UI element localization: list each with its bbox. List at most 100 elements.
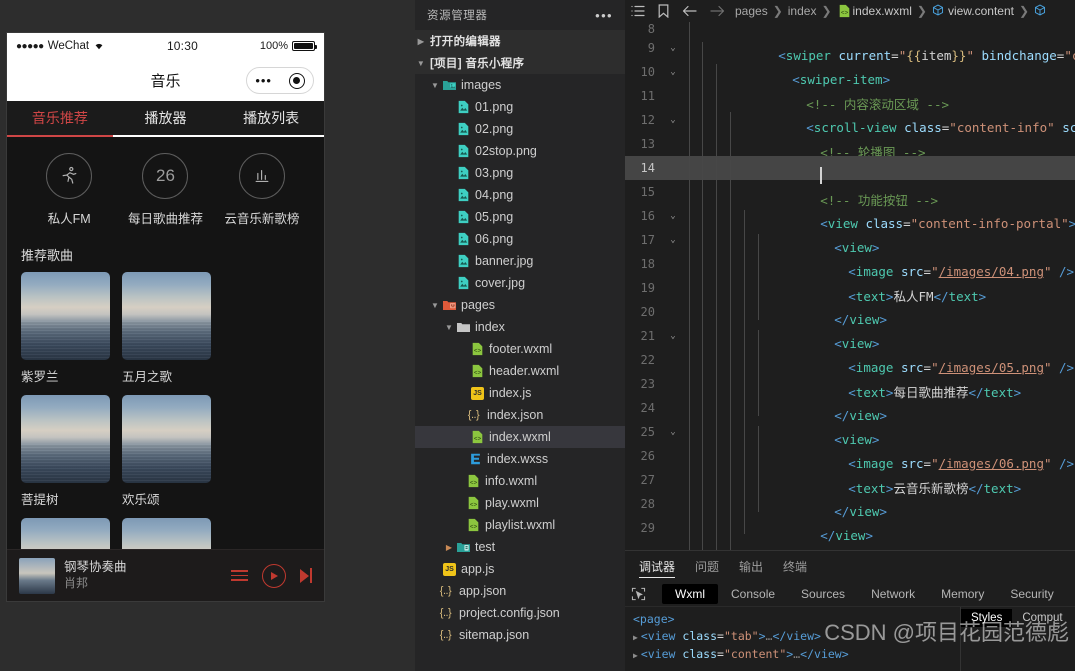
wxml-dom-tree[interactable]: <page> ▶ <view class="tab">…</view> ▶ <vie…: [625, 607, 960, 671]
breadcrumb-index-wxml[interactable]: index.wxml: [853, 4, 912, 18]
tab-music-recommend[interactable]: 音乐推荐: [7, 101, 113, 137]
fold-toggle[interactable]: ⌄: [665, 115, 681, 125]
tree-item-images[interactable]: ▼ images: [415, 74, 625, 96]
song-card[interactable]: 紫罗兰: [21, 272, 110, 385]
devtools-tab-security[interactable]: Security: [997, 584, 1066, 604]
explorer-section-project[interactable]: ▼ [项目] 音乐小程序: [415, 52, 625, 74]
chevron-right-icon[interactable]: ▶: [415, 37, 427, 46]
tree-item-file[interactable]: <> header.wxml: [415, 360, 625, 382]
fold-toggle[interactable]: ⌄: [665, 235, 681, 245]
styles-tab[interactable]: Styles: [961, 609, 1013, 627]
line-number: 9: [647, 41, 655, 55]
portal-item-new-songs-rank[interactable]: 云音乐新歌榜: [214, 153, 310, 227]
tree-item-index-wxml[interactable]: <> index.wxml: [415, 426, 625, 448]
playlist-icon[interactable]: [230, 570, 248, 581]
tree-item-file[interactable]: {..} index.json: [415, 404, 625, 426]
tree-item-file[interactable]: <> info.wxml: [415, 470, 625, 492]
debugger-tab-bar: 调试器 问题 输出 终端: [625, 551, 1075, 581]
debugger-tab-output[interactable]: 输出: [739, 551, 763, 581]
dom-row[interactable]: <page>: [633, 611, 952, 628]
portal-item-private-fm[interactable]: 私人FM: [21, 153, 117, 227]
computed-tab[interactable]: Comput: [1012, 609, 1072, 627]
tree-item-file[interactable]: 05.png: [415, 206, 625, 228]
devtools-tab-memory[interactable]: Memory: [928, 584, 997, 604]
capsule-more-icon[interactable]: •••: [255, 74, 272, 87]
tree-item-file[interactable]: <> play.wxml: [415, 492, 625, 514]
tree-item-file[interactable]: {..} sitemap.json: [415, 624, 625, 646]
song-card[interactable]: 安魂曲: [21, 518, 110, 549]
debugger-tab-problems[interactable]: 问题: [695, 551, 719, 581]
code-line[interactable]: 29 </view>: [625, 498, 1075, 550]
inspect-element-icon[interactable]: [631, 584, 646, 604]
tree-item-file[interactable]: cover.jpg: [415, 272, 625, 294]
line-number: 8: [647, 22, 655, 36]
tree-item-file[interactable]: {..} project.config.json: [415, 602, 625, 624]
chevron-down-icon[interactable]: ▼: [429, 81, 441, 90]
tree-item-file[interactable]: banner.jpg: [415, 250, 625, 272]
wxml-file-icon: <>: [465, 474, 482, 488]
code-area[interactable]: 8 <view class="content"> 9 ⌄ <swiper cur…: [625, 22, 1075, 550]
tree-item-file[interactable]: {..} app.json: [415, 580, 625, 602]
next-icon[interactable]: [299, 568, 312, 583]
debugger-tab-debugger[interactable]: 调试器: [639, 551, 676, 581]
fold-toggle[interactable]: ⌄: [665, 427, 681, 437]
fold-toggle[interactable]: ⌄: [665, 211, 681, 221]
chevron-down-icon[interactable]: ▼: [415, 59, 427, 68]
list-icon[interactable]: [631, 5, 645, 17]
tree-item-file[interactable]: 01.png: [415, 96, 625, 118]
debugger-tab-terminal[interactable]: 终端: [783, 551, 807, 581]
breadcrumb-pages[interactable]: pages: [735, 4, 768, 18]
explorer-more-icon[interactable]: •••: [595, 8, 613, 23]
song-title: 五月之歌: [122, 370, 173, 384]
bookmark-icon[interactable]: [658, 4, 669, 18]
section-label: 打开的编辑器: [430, 36, 501, 48]
chevron-right-icon[interactable]: ▶: [633, 633, 638, 642]
svg-text:<>: <>: [470, 523, 478, 530]
song-card[interactable]: 摇篮曲: [122, 518, 211, 549]
explorer-section-open-editors[interactable]: ▶ 打开的编辑器: [415, 30, 625, 52]
devtools-tab-sources[interactable]: Sources: [788, 584, 858, 604]
tree-item-file[interactable]: <> playlist.wxml: [415, 514, 625, 536]
wechat-capsule-button[interactable]: •••: [246, 67, 314, 94]
tree-item-file[interactable]: index.wxss: [415, 448, 625, 470]
devtools-tab-wxml[interactable]: Wxml: [662, 583, 718, 604]
play-icon[interactable]: [261, 563, 286, 588]
tree-item-file[interactable]: 06.png: [415, 228, 625, 250]
tab-player[interactable]: 播放器: [113, 101, 219, 135]
chevron-down-icon[interactable]: ▼: [443, 323, 455, 332]
dom-row[interactable]: ▶ <view class="tab">…</view>: [633, 628, 952, 646]
explorer-tree[interactable]: ▶ 打开的编辑器 ▼ [项目] 音乐小程序 ▼ images 01.png 02…: [415, 30, 625, 671]
js-file-icon: JS: [441, 562, 458, 576]
content-scroll-view[interactable]: 私人FM 26 每日歌曲推荐 云音乐新歌榜 推荐歌曲 紫罗兰 五月之歌 菩提树 …: [7, 137, 324, 549]
chevron-right-icon[interactable]: ▶: [443, 543, 455, 552]
tree-item-test[interactable]: ▶ test: [415, 536, 625, 558]
tree-item-index-folder[interactable]: ▼ index: [415, 316, 625, 338]
chevron-right-icon[interactable]: ▶: [633, 651, 638, 660]
capsule-close-icon[interactable]: [288, 72, 305, 89]
tree-item-file[interactable]: 02.png: [415, 118, 625, 140]
tree-item-file[interactable]: 03.png: [415, 162, 625, 184]
breadcrumb-index[interactable]: index: [788, 4, 817, 18]
chevron-down-icon[interactable]: ▼: [429, 301, 441, 310]
tree-item-file[interactable]: 04.png: [415, 184, 625, 206]
tab-playlist[interactable]: 播放列表: [218, 101, 324, 135]
devtools-tab-more[interactable]: Mo: [1067, 584, 1075, 604]
arrow-left-icon[interactable]: [682, 5, 697, 17]
tree-item-pages[interactable]: ▼ pages: [415, 294, 625, 316]
devtools-tab-console[interactable]: Console: [718, 584, 788, 604]
tree-item-file[interactable]: <> footer.wxml: [415, 338, 625, 360]
tree-item-file[interactable]: 02stop.png: [415, 140, 625, 162]
breadcrumb-view-content[interactable]: view.content: [948, 4, 1014, 18]
tree-item-file[interactable]: JS app.js: [415, 558, 625, 580]
song-card[interactable]: 五月之歌: [122, 272, 211, 385]
tree-item-file[interactable]: JS index.js: [415, 382, 625, 404]
fold-toggle[interactable]: ⌄: [665, 67, 681, 77]
devtools-tab-network[interactable]: Network: [858, 584, 928, 604]
portal-item-daily-recommend[interactable]: 26 每日歌曲推荐: [117, 153, 213, 227]
fold-toggle[interactable]: ⌄: [665, 331, 681, 341]
arrow-right-icon[interactable]: [710, 5, 725, 17]
fold-toggle[interactable]: ⌄: [665, 43, 681, 53]
song-card[interactable]: 菩提树: [21, 395, 110, 508]
dom-row[interactable]: ▶ <view class="content">…</view>: [633, 646, 952, 664]
song-card[interactable]: 欢乐颂: [122, 395, 211, 508]
